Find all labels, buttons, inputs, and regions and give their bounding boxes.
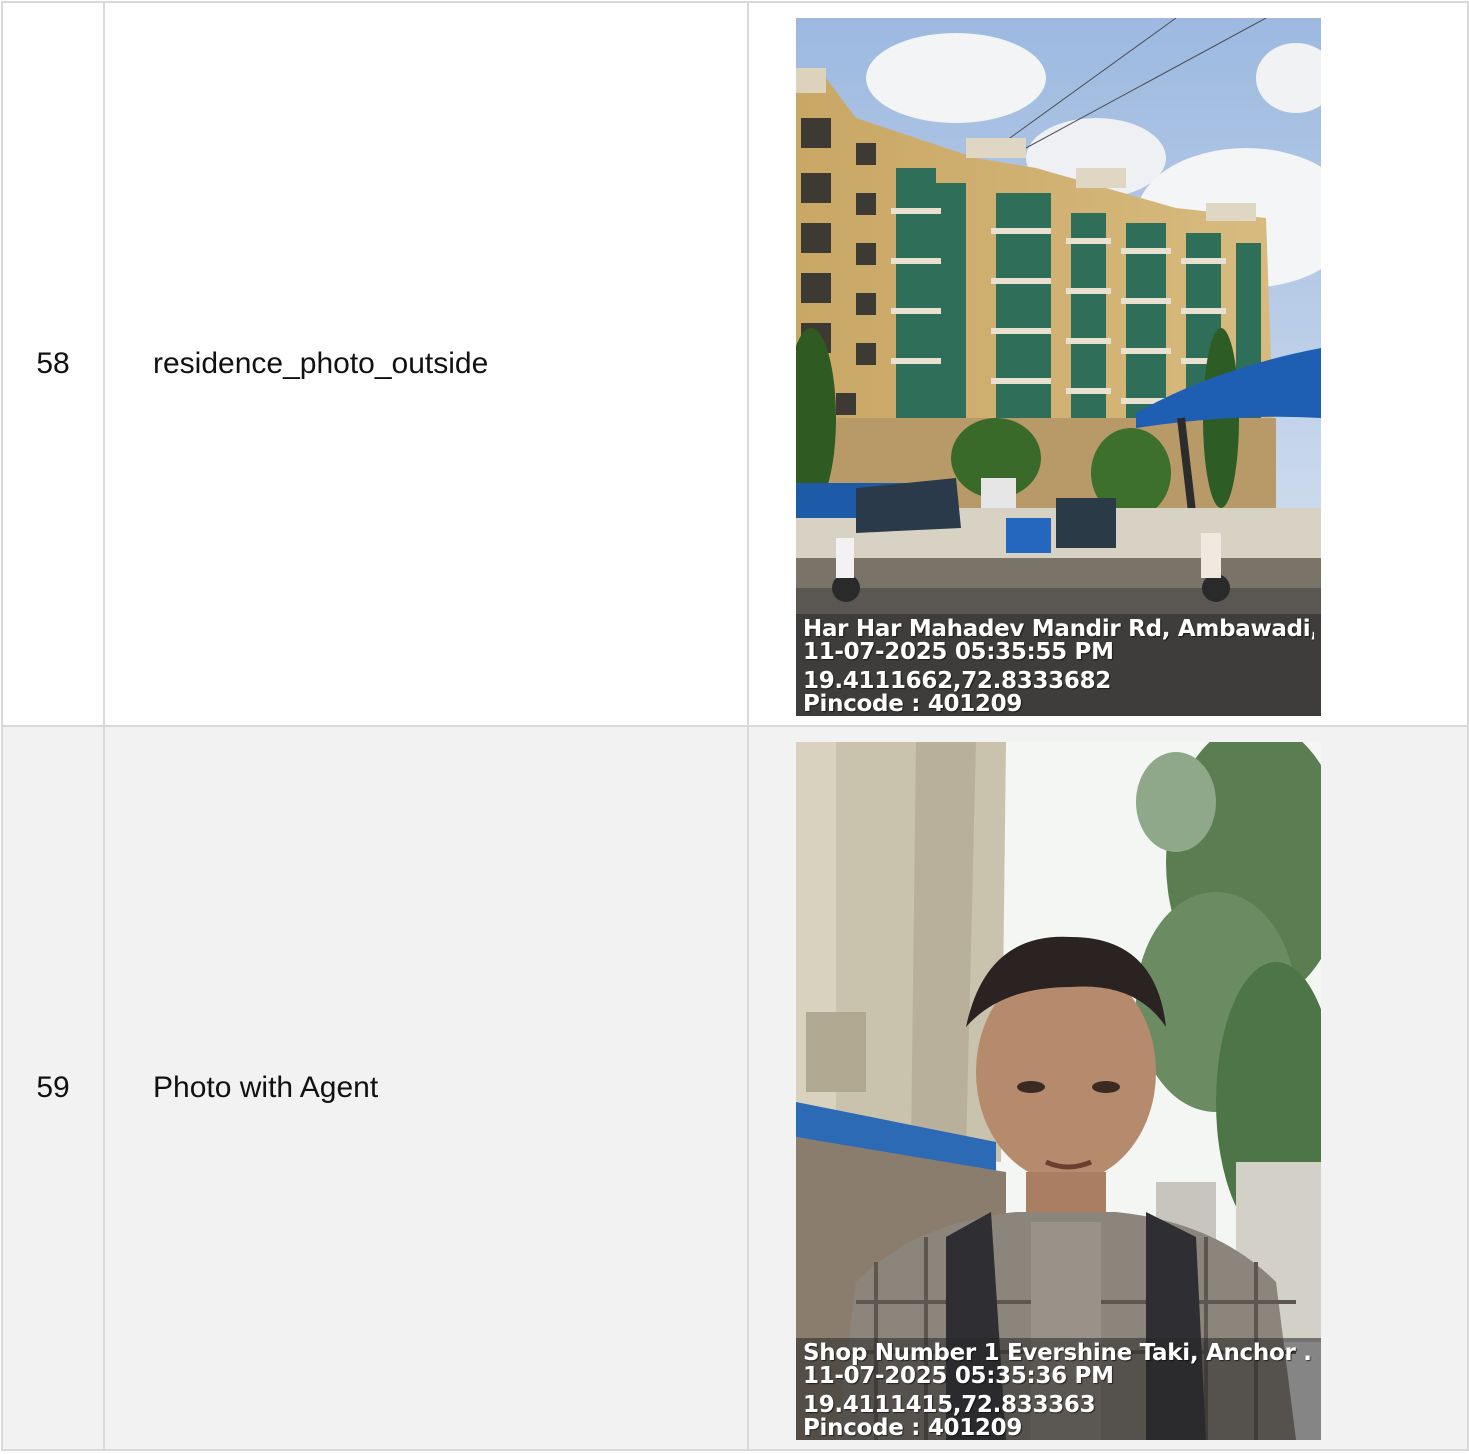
- residence-photo[interactable]: Har Har Mahadev Mandir Rd, Ambawadi, ...…: [796, 18, 1321, 716]
- stamp-datetime: 11-07-2025 05:35:36 PM: [803, 1365, 1114, 1388]
- stamp-pincode: Pincode : 401209: [803, 693, 1023, 716]
- building-photo-image: [796, 18, 1321, 716]
- photo-cell: Har Har Mahadev Mandir Rd, Ambawadi, ...…: [747, 1, 1469, 727]
- row-number: 59: [1, 725, 105, 1451]
- stamp-address: Har Har Mahadev Mandir Rd, Ambawadi, ...: [803, 618, 1314, 641]
- stamp-coordinates: 19.4111662,72.8333682: [803, 670, 1111, 693]
- table-row: 59 Photo with Agent Shop Number 1 Eversh…: [1, 725, 1469, 1451]
- geo-stamp: Har Har Mahadev Mandir Rd, Ambawadi, ...…: [796, 614, 1321, 716]
- row-number: 58: [1, 1, 105, 727]
- stamp-datetime: 11-07-2025 05:35:55 PM: [803, 641, 1114, 664]
- stamp-coordinates: 19.4111415,72.833363: [803, 1394, 1096, 1417]
- agent-selfie-image: [796, 742, 1321, 1440]
- stamp-pincode: Pincode : 401209: [803, 1417, 1023, 1440]
- agent-photo[interactable]: Shop Number 1 Evershine Taki, Anchor ...…: [796, 742, 1321, 1440]
- geo-stamp: Shop Number 1 Evershine Taki, Anchor ...…: [796, 1338, 1321, 1440]
- row-label: residence_photo_outside: [103, 1, 749, 727]
- row-label: Photo with Agent: [103, 725, 749, 1451]
- stamp-address: Shop Number 1 Evershine Taki, Anchor ...: [803, 1342, 1314, 1365]
- photo-report-table: 58 residence_photo_outside Har Har Mahad…: [1, 1, 1469, 1451]
- table-row: 58 residence_photo_outside Har Har Mahad…: [1, 1, 1469, 727]
- photo-cell: Shop Number 1 Evershine Taki, Anchor ...…: [747, 725, 1469, 1451]
